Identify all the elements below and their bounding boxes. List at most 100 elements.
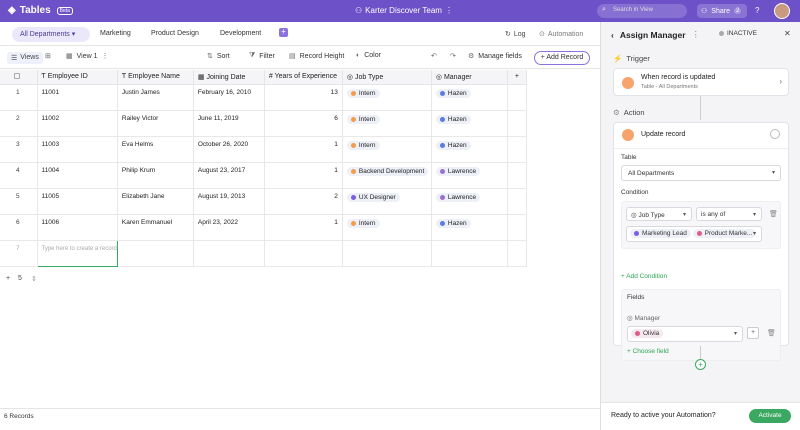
value-chip-marketing-lead[interactable]: Marketing Lead bbox=[630, 229, 691, 238]
tab-product-design[interactable]: Product Design bbox=[143, 27, 207, 42]
condition-operator-select[interactable]: is any of ▾ bbox=[696, 207, 762, 221]
cell-years-experience[interactable]: 1 bbox=[264, 214, 343, 241]
col-header-job-type[interactable]: ◎ Job Type bbox=[342, 70, 432, 85]
log-button[interactable]: ↻ Log bbox=[505, 30, 526, 39]
table-row[interactable]: 3 11003 Eva Helms October 26, 2020 1 Intern Ha… bbox=[0, 136, 527, 163]
cell-joining-date[interactable]: October 26, 2020 bbox=[193, 136, 265, 163]
add-view-icon[interactable]: ⊞ bbox=[45, 52, 51, 60]
col-header-manager[interactable]: ◎ Manager bbox=[431, 70, 508, 85]
add-record-button[interactable]: + Add Record bbox=[534, 51, 590, 65]
table-row[interactable]: 6 11006 Karen Emmanuel April 23, 2022 1 Inter… bbox=[0, 214, 527, 241]
undo-icon[interactable]: ↶ bbox=[431, 52, 437, 60]
sort-button[interactable]: ⇅ Sort bbox=[207, 52, 230, 61]
record-height-button[interactable]: ▤ Record Height bbox=[289, 52, 344, 61]
table-row[interactable]: 4 11004 Philip Krum August 23, 2017 1 Backend… bbox=[0, 162, 527, 189]
cell-years-experience[interactable]: 1 bbox=[264, 162, 343, 189]
cell-joining-date[interactable]: April 23, 2022 bbox=[193, 214, 265, 241]
help-icon[interactable]: ? bbox=[755, 6, 759, 15]
cell-manager[interactable]: Hazen bbox=[431, 214, 508, 241]
cell-employee-id[interactable]: 11005 bbox=[37, 188, 118, 215]
views-button[interactable]: ☰ Views bbox=[7, 52, 43, 64]
team-selector[interactable]: ⚇ Karter Discover Team ⋮ bbox=[355, 6, 453, 15]
cell-years-experience[interactable]: 13 bbox=[264, 84, 343, 111]
table-row[interactable]: 2 11002 Railey Victor June 11, 2019 6 Intern H… bbox=[0, 110, 527, 137]
cell-employee-id[interactable]: 11003 bbox=[37, 136, 118, 163]
cell-manager[interactable]: Hazen bbox=[431, 136, 508, 163]
col-header-employee-id[interactable]: Ƭ Employee ID bbox=[37, 70, 118, 85]
insert-variable-icon[interactable]: + bbox=[747, 327, 759, 339]
page-size[interactable]: 5 bbox=[18, 275, 22, 282]
add-tab-button[interactable]: + bbox=[279, 28, 288, 37]
close-icon[interactable]: ✕ bbox=[784, 29, 791, 38]
empty-cell[interactable] bbox=[193, 240, 265, 267]
table-row[interactable]: 1 11001 Justin James February 16, 2010 13 Int… bbox=[0, 84, 527, 111]
cell-employee-name[interactable]: Railey Victor bbox=[117, 110, 194, 137]
col-header-years-experience[interactable]: # Years of Experience bbox=[264, 70, 343, 85]
add-condition-button[interactable]: + Add Condition bbox=[621, 273, 667, 280]
cell-job-type[interactable]: Intern bbox=[342, 110, 432, 137]
filter-button[interactable]: ⧩ Filter bbox=[249, 52, 275, 60]
cell-employee-name[interactable]: Eva Helms bbox=[117, 136, 194, 163]
cell-years-experience[interactable]: 6 bbox=[264, 110, 343, 137]
view-selector[interactable]: ▦ View 1 ⋮ bbox=[66, 52, 109, 61]
value-chip-olivia[interactable]: Olivia bbox=[631, 329, 664, 338]
avatar[interactable] bbox=[774, 3, 790, 19]
color-button[interactable]: ◐ Color bbox=[356, 52, 381, 59]
cell-job-type[interactable]: Intern bbox=[342, 136, 432, 163]
new-record-input[interactable]: Type here to create a record bbox=[36, 239, 118, 267]
trigger-card[interactable]: When record is updated Table - All Depar… bbox=[613, 68, 789, 96]
tab-development[interactable]: Development bbox=[212, 27, 269, 42]
value-chip-product-marketing[interactable]: Product Marke... bbox=[692, 229, 757, 238]
condition-values-select[interactable]: Marketing Lead Product Marke... ▾ bbox=[626, 226, 762, 242]
cell-employee-name[interactable]: Justin James bbox=[117, 84, 194, 111]
add-column-button[interactable]: + bbox=[507, 70, 527, 85]
cell-joining-date[interactable]: August 23, 2017 bbox=[193, 162, 265, 189]
cell-job-type[interactable]: Backend Development bbox=[342, 162, 432, 189]
cell-manager[interactable]: Hazen bbox=[431, 84, 508, 111]
manage-fields-button[interactable]: ⚙ Manage fields bbox=[468, 52, 522, 61]
cell-joining-date[interactable]: August 19, 2013 bbox=[193, 188, 265, 215]
automation-menu-icon[interactable]: ⋮ bbox=[692, 29, 701, 40]
delete-condition-icon[interactable]: 🗑 bbox=[769, 210, 778, 218]
cell-job-type[interactable]: Intern bbox=[342, 84, 432, 111]
share-button[interactable]: ⚇ Share 2 bbox=[697, 4, 747, 18]
tab-marketing[interactable]: Marketing bbox=[92, 27, 139, 42]
empty-cell[interactable] bbox=[264, 240, 343, 267]
redo-icon[interactable]: ↷ bbox=[450, 52, 456, 60]
cell-manager[interactable]: Lawrence bbox=[431, 162, 508, 189]
cell-joining-date[interactable]: June 11, 2019 bbox=[193, 110, 265, 137]
cell-employee-id[interactable]: 11006 bbox=[37, 214, 118, 241]
tab-all-departments[interactable]: All Departments ▾ bbox=[12, 27, 90, 42]
col-header-employee-name[interactable]: Ƭ Employee Name bbox=[117, 70, 194, 85]
condition-field-select[interactable]: ◎ Job Type ▾ bbox=[626, 207, 692, 221]
cell-employee-name[interactable]: Elizabeth Jane bbox=[117, 188, 194, 215]
cell-joining-date[interactable]: February 16, 2010 bbox=[193, 84, 265, 111]
add-step-icon[interactable]: + bbox=[695, 359, 706, 370]
cell-employee-name[interactable]: Karen Emmanuel bbox=[117, 214, 194, 241]
select-all-checkbox[interactable] bbox=[0, 70, 38, 85]
cell-employee-id[interactable]: 11004 bbox=[37, 162, 118, 189]
add-row-icon[interactable]: + bbox=[6, 275, 10, 282]
cell-manager[interactable]: Lawrence bbox=[431, 188, 508, 215]
cell-years-experience[interactable]: 1 bbox=[264, 136, 343, 163]
page-size-stepper-icon[interactable]: ⇕ bbox=[31, 275, 37, 283]
table-row[interactable]: 5 11005 Elizabeth Jane August 19, 2013 2 UX D… bbox=[0, 188, 527, 215]
activate-button[interactable]: Activate bbox=[749, 409, 791, 423]
search-input[interactable]: ⌕ Search in View bbox=[597, 4, 687, 18]
back-chevron-icon[interactable]: ‹ bbox=[611, 30, 614, 40]
col-header-joining-date[interactable]: ▦ Joining Date bbox=[193, 70, 265, 85]
choose-field-button[interactable]: + Choose field bbox=[627, 348, 669, 355]
cell-job-type[interactable]: Intern bbox=[342, 214, 432, 241]
table-select[interactable]: All Departments ▾ bbox=[621, 165, 781, 181]
cell-manager[interactable]: Hazen bbox=[431, 110, 508, 137]
action-settings-icon[interactable] bbox=[770, 129, 780, 139]
cell-employee-id[interactable]: 11001 bbox=[37, 84, 118, 111]
app-logo[interactable]: ◈ Tables Beta bbox=[8, 5, 73, 16]
empty-cell[interactable] bbox=[117, 240, 194, 267]
cell-employee-name[interactable]: Philip Krum bbox=[117, 162, 194, 189]
cell-employee-id[interactable]: 11002 bbox=[37, 110, 118, 137]
empty-cell[interactable] bbox=[342, 240, 432, 267]
automation-button[interactable]: ⊙ Automation bbox=[539, 30, 583, 39]
manager-value-select[interactable]: Olivia ▾ bbox=[627, 326, 743, 342]
new-record-row[interactable]: 7 Type here to create a record bbox=[0, 239, 527, 267]
